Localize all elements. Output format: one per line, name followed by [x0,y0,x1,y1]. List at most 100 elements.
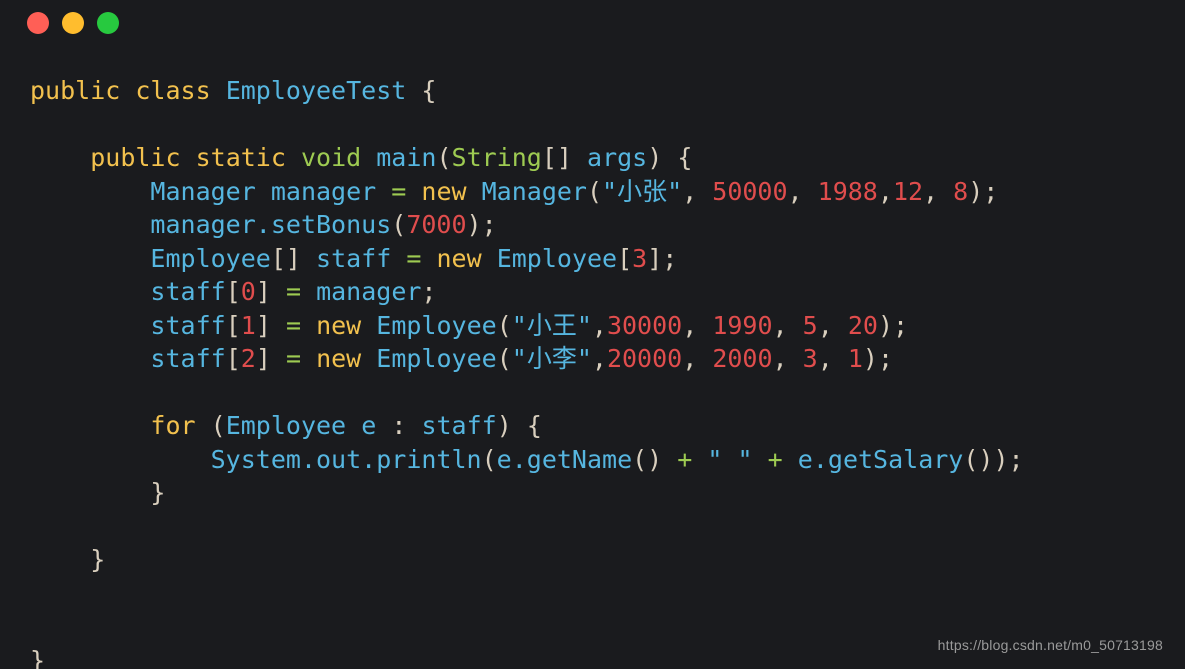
code-token: void [300,143,362,172]
code-token: : [391,411,407,440]
code-token: , [923,176,939,206]
code-token: 30000 [606,310,683,340]
code-token: = [285,310,301,340]
code-token: , [591,310,607,340]
code-token: static [195,143,286,172]
code-token: ) [466,210,482,239]
code-token: ( [436,143,452,172]
code-token: "小李" [511,344,592,373]
code-block[interactable]: public class EmployeeTest { public stati… [30,74,1024,669]
code-token: ; [481,210,497,239]
code-token: [ [225,277,241,306]
code-line: staff[0] = manager; [30,275,1024,309]
code-token: getName [526,444,633,474]
code-snippet-window: public class EmployeeTest { public stati… [0,0,1185,669]
close-icon[interactable] [27,12,49,34]
code-token: . [361,444,377,474]
code-line: Manager manager = new Manager("小张", 5000… [30,175,1024,209]
code-token: ] [255,277,271,306]
code-token: Manager [150,176,256,206]
code-token: Employee [376,310,497,340]
code-token: , [682,176,698,206]
code-token: manager [270,176,377,206]
code-token: = [406,243,422,273]
code-token: public [30,76,121,105]
code-token: ) [862,344,878,373]
code-token: Manager [481,176,587,206]
code-token: ( [496,344,512,373]
code-token: System [210,444,301,474]
code-token: ) [877,310,894,340]
code-token: 1988 [817,176,878,206]
code-line: System.out.println(e.getName() + " " + e… [30,443,1024,477]
code-token: , [682,344,698,373]
code-token: ] [255,344,271,373]
minimize-icon[interactable] [62,12,84,34]
code-line: staff[2] = new Employee("小李",20000, 2000… [30,342,1024,376]
code-token: ( [210,411,226,440]
code-token: ; [877,344,894,373]
code-token: ; [893,310,909,340]
code-token: ( [586,176,603,206]
code-token: ( [481,444,497,474]
code-token: { [421,76,437,105]
code-token: out [316,444,362,474]
code-token: 7000 [406,210,467,239]
code-token: () [632,444,663,474]
code-token: 20000 [606,344,683,373]
code-token: Employee [150,243,271,273]
window-controls [27,12,119,34]
code-token: + [677,444,693,474]
code-token: staff [316,243,392,273]
code-token: setBonus [270,210,392,239]
code-token: ; [421,277,437,306]
code-token: [] [270,243,301,273]
watermark-url: https://blog.csdn.net/m0_50713198 [937,637,1163,653]
maximize-icon[interactable] [97,12,119,34]
code-token: , [772,310,788,340]
code-token: "小张" [602,176,683,206]
code-token: "小王" [511,310,592,340]
code-token: = [285,344,301,373]
code-token: [ [225,310,241,340]
code-token: staff [150,344,226,373]
code-token: } [30,645,46,669]
code-token: e [797,444,813,474]
code-token: 1990 [712,310,773,340]
code-token: main [376,143,437,172]
code-line: public static void main(String[] args) { [30,141,1024,175]
code-token: manager [150,210,256,239]
code-token: public [90,143,181,172]
code-token: ) [647,143,663,172]
code-token: new [316,310,362,340]
code-token: for [150,411,196,440]
code-line: } [30,543,1024,577]
code-token: ] [255,310,271,340]
